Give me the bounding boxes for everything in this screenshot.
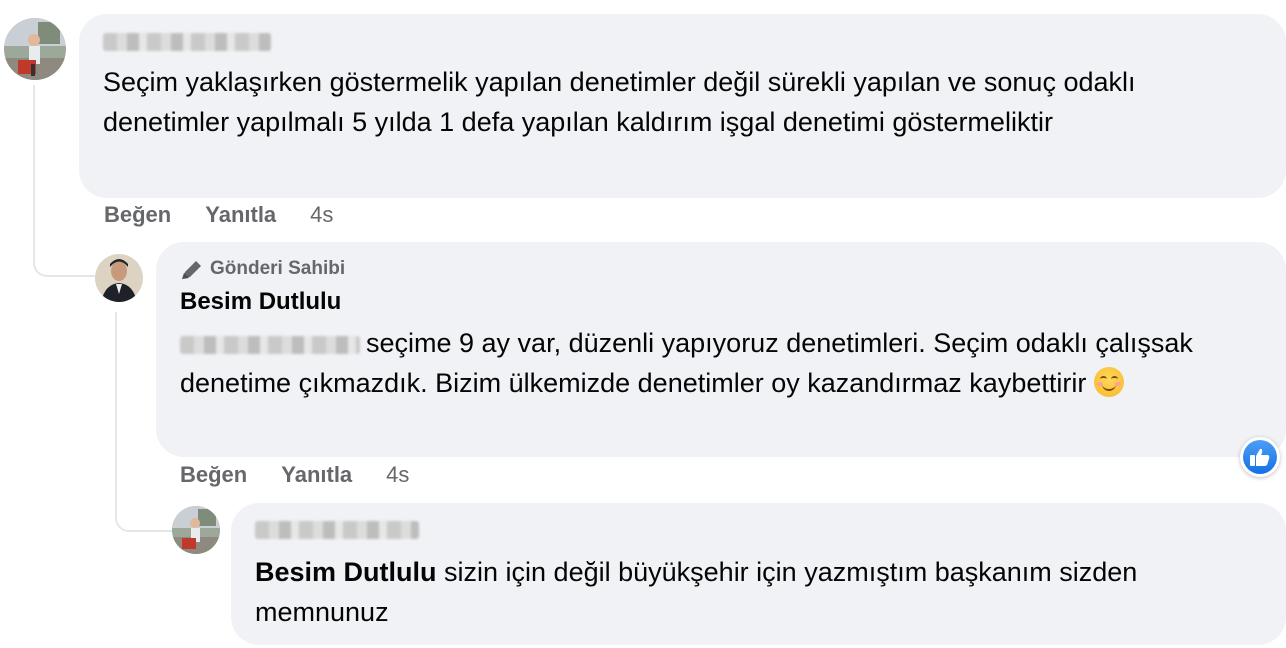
comment-actions-2: Beğen Yanıtla 4s [180, 462, 409, 488]
like-reaction[interactable] [1240, 437, 1280, 477]
avatar-photo [95, 254, 143, 302]
comment-text: seçime 9 ay var, düzenli yapıyoruz denet… [180, 323, 1240, 403]
pen-icon [182, 261, 201, 279]
comment-bubble-1: Seçim yaklaşırken göstermelik yapılan de… [79, 14, 1286, 198]
redacted-name [103, 33, 271, 51]
author-badge: Gönderi Sahibi [180, 258, 1262, 280]
timestamp[interactable]: 4s [310, 202, 333, 228]
commenter-avatar[interactable] [172, 506, 220, 554]
comment-text: Besim Dutlulu sizin için değil büyükşehi… [255, 552, 1255, 632]
redacted-name [255, 521, 419, 539]
thumbs-up-icon [1243, 440, 1277, 474]
mention-link[interactable]: Besim Dutlulu [255, 557, 437, 587]
author-avatar[interactable] [95, 254, 143, 302]
reply-button[interactable]: Yanıtla [281, 462, 352, 488]
like-button[interactable]: Beğen [104, 202, 171, 228]
author-badge-label: Gönderi Sahibi [210, 258, 346, 279]
comment-bubble-3: Besim Dutlulu sizin için değil büyükşehi… [231, 503, 1286, 645]
comment-text: Seçim yaklaşırken göstermelik yapılan de… [103, 67, 1136, 137]
comment-actions-1: Beğen Yanıtla 4s [104, 202, 333, 228]
commenter-avatar[interactable] [4, 18, 66, 80]
reply-button[interactable]: Yanıtla [205, 202, 276, 228]
redacted-mention [180, 336, 360, 354]
like-button[interactable]: Beğen [180, 462, 247, 488]
comment-bubble-2: Gönderi Sahibi Besim Dutlulu seçime 9 ay… [156, 242, 1286, 457]
smiling-face-emoji [1093, 367, 1124, 397]
avatar-photo [172, 506, 220, 554]
author-name[interactable]: Besim Dutlulu [180, 287, 1262, 317]
avatar-photo [4, 18, 66, 80]
timestamp[interactable]: 4s [386, 462, 409, 488]
